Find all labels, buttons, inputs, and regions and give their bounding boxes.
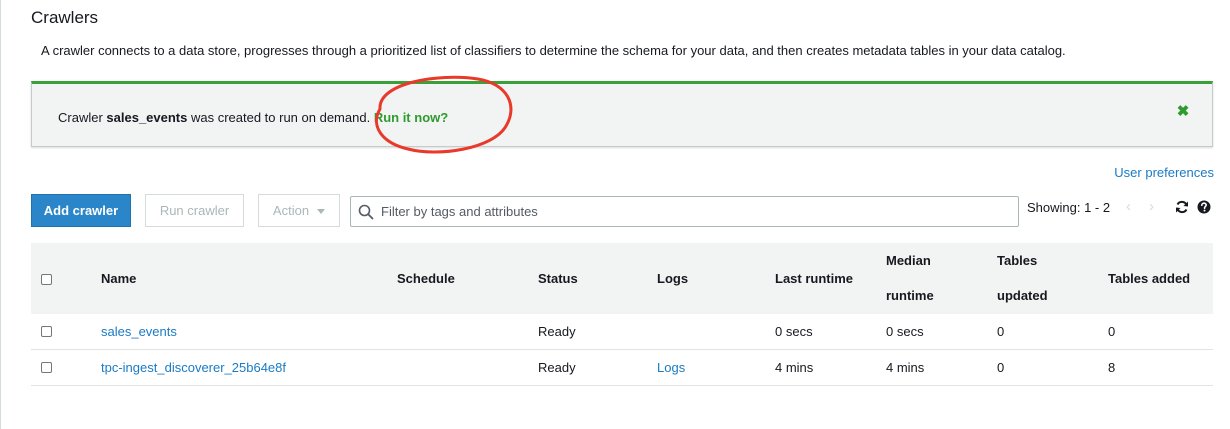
row-checkbox[interactable] bbox=[41, 362, 52, 373]
flash-suffix: was created to run on demand. bbox=[187, 110, 374, 125]
column-header-tables-updated[interactable]: Tables updated bbox=[997, 243, 1048, 313]
caret-down-icon bbox=[317, 209, 326, 215]
status-cell: Ready bbox=[538, 324, 576, 339]
chevron-left-icon[interactable]: ‹ bbox=[1126, 198, 1131, 215]
column-header-status[interactable]: Status bbox=[538, 271, 578, 286]
run-crawler-button[interactable]: Run crawler bbox=[145, 194, 244, 227]
success-flash-banner: Crawler sales_events was created to run … bbox=[31, 81, 1213, 147]
table-row[interactable]: sales_events Ready 0 secs 0 secs 0 0 bbox=[31, 314, 1213, 350]
select-all-checkbox[interactable] bbox=[41, 274, 52, 285]
tables-updated-cell: 0 bbox=[997, 360, 1005, 375]
row-checkbox[interactable] bbox=[41, 326, 52, 337]
close-icon[interactable]: ✖ bbox=[1176, 104, 1190, 119]
tables-updated-cell: 0 bbox=[997, 324, 1005, 339]
tables-updated-line-2: updated bbox=[997, 288, 1048, 303]
tables-updated-line-1: Tables bbox=[997, 253, 1038, 268]
add-crawler-button[interactable]: Add crawler bbox=[31, 194, 131, 227]
user-preferences-link[interactable]: User preferences bbox=[1114, 165, 1214, 180]
column-header-tables-added[interactable]: Tables added bbox=[1108, 271, 1190, 286]
flash-prefix: Crawler bbox=[58, 110, 107, 125]
median-runtime-cell: 0 secs bbox=[886, 324, 924, 339]
filter-input[interactable] bbox=[381, 202, 1001, 221]
run-it-now-link[interactable]: Run it now? bbox=[374, 110, 448, 125]
column-header-median-runtime[interactable]: Median runtime bbox=[886, 243, 934, 313]
crawler-name-link[interactable]: sales_events bbox=[101, 324, 177, 339]
logs-link[interactable]: Logs bbox=[657, 360, 685, 375]
column-header-name[interactable]: Name bbox=[101, 271, 136, 286]
pagination-status: Showing: 1 - 2 bbox=[1027, 200, 1111, 215]
column-header-schedule[interactable]: Schedule bbox=[397, 271, 455, 286]
status-cell: Ready bbox=[538, 360, 576, 375]
median-runtime-cell: 4 mins bbox=[886, 360, 925, 375]
action-dropdown[interactable]: Action bbox=[258, 194, 340, 227]
left-border bbox=[0, 0, 1, 429]
tables-added-cell: 8 bbox=[1108, 360, 1116, 375]
flash-crawler-name: sales_events bbox=[106, 110, 188, 125]
chevron-right-icon[interactable]: › bbox=[1149, 198, 1154, 215]
flash-message: Crawler sales_events was created to run … bbox=[58, 110, 448, 125]
crawler-name-link[interactable]: tpc-ingest_discoverer_25b64e8f bbox=[101, 360, 286, 375]
page-title: Crawlers bbox=[31, 8, 99, 27]
filter-search-box[interactable] bbox=[350, 196, 1019, 227]
search-icon bbox=[358, 204, 374, 220]
column-header-logs[interactable]: Logs bbox=[657, 271, 688, 286]
last-runtime-cell: 0 secs bbox=[775, 324, 813, 339]
help-icon[interactable] bbox=[1197, 200, 1211, 214]
last-runtime-cell: 4 mins bbox=[775, 360, 814, 375]
table-row[interactable]: tpc-ingest_discoverer_25b64e8f Ready Log… bbox=[31, 350, 1213, 386]
column-header-last-runtime[interactable]: Last runtime bbox=[775, 271, 853, 286]
median-runtime-line-1: Median bbox=[886, 253, 931, 268]
action-label: Action bbox=[272, 203, 310, 218]
page-description: A crawler connects to a data store, prog… bbox=[41, 43, 1066, 58]
refresh-icon[interactable] bbox=[1175, 200, 1189, 214]
table-header: Name Schedule Status Logs Last runtime M… bbox=[31, 243, 1213, 314]
median-runtime-line-2: runtime bbox=[886, 288, 934, 303]
tables-added-cell: 0 bbox=[1108, 324, 1116, 339]
